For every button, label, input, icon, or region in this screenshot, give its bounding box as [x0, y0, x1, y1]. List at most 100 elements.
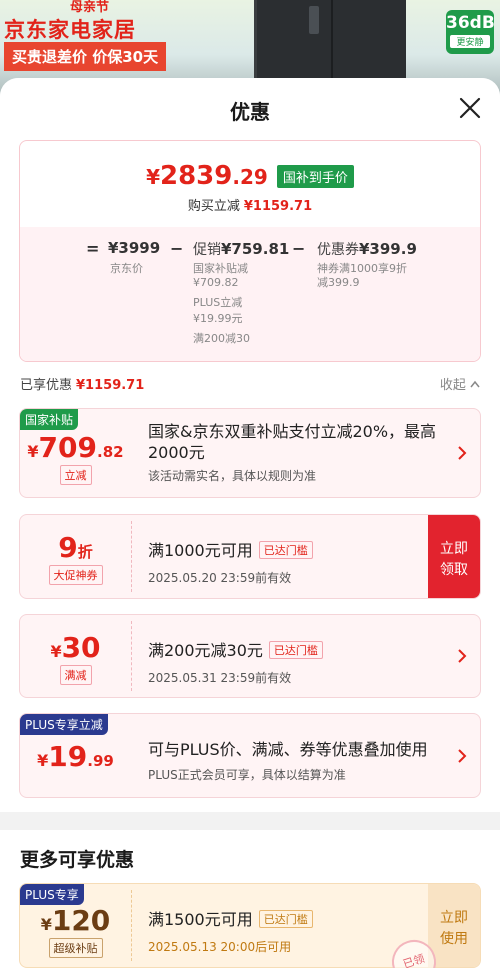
promo-label: 促销: [193, 242, 221, 258]
offer-sub-text: 该活动需实名，具体以规则为准: [148, 469, 317, 483]
promo-sub-4: ¥19.99元: [193, 312, 243, 325]
offer-amount-int: 709: [38, 431, 97, 464]
offer-main-text: 可与PLUS价、满减、券等优惠叠加使用: [148, 740, 428, 759]
sheet-header: 优惠: [0, 78, 500, 140]
promo-sub-3: PLUS立减: [193, 296, 243, 309]
equals-sign: =: [86, 239, 100, 258]
collapse-label: 收起: [439, 378, 466, 393]
offer-detail: 国家&京东双重补贴支付立减20%，最高2000元 该活动需实名，具体以规则为准: [148, 421, 450, 484]
noise-value: 36dB: [446, 13, 495, 33]
offer-detail: 满1000元可用 已达门槛 2025.05.20 23:59前有效: [148, 537, 420, 586]
purchase-reduce-row: 购买立减 ¥1159.71: [20, 195, 480, 214]
coupon-divider: [131, 890, 132, 961]
coupon-divider: [131, 521, 132, 592]
offer-amount-area: PLUS专享立减 ¥19.99: [20, 714, 131, 797]
national-subsidy-tag: 国家补贴: [20, 409, 79, 430]
offer-condition: 满1500元可用: [148, 910, 253, 929]
offer-detail: 满200元减30元 已达门槛 2025.05.31 23:59前有效: [148, 637, 450, 686]
offer-full-reduction[interactable]: ¥30 满减 满200元减30元 已达门槛 2025.05.31 23:59前有效: [19, 614, 481, 698]
final-price-dec: .29: [232, 165, 268, 189]
coupon-value: 优惠券¥399.9: [317, 239, 417, 259]
offer-type-label: 超级补贴: [48, 938, 103, 958]
price-protect-promo: 买贵退差价 价保30天: [4, 42, 167, 71]
chevron-right-icon[interactable]: [456, 747, 468, 765]
yen-symbol: ¥: [27, 442, 39, 461]
offer-main-text: 满200元减30元 已达门槛: [148, 637, 450, 661]
offer-valid-until: 2025.05.31 23:59前有效: [148, 671, 292, 685]
offer-amount: ¥120: [20, 904, 131, 937]
offer-detail: 满1500元可用 已达门槛 2025.05.13 20:00后可用: [148, 906, 420, 955]
price-formula: = ¥3999 京东价 − 促销¥759.81 国家补贴减 ¥709.82 PL…: [20, 239, 480, 359]
noise-sub: 更安静: [450, 35, 490, 48]
plus-exclusive-tag: PLUS专享立减: [20, 714, 108, 735]
enjoyed-amount: ¥1159.71: [76, 378, 145, 393]
promo-amount: ¥759.81: [221, 240, 290, 258]
chevron-up-icon: [470, 380, 480, 388]
promo-value: 促销¥759.81: [193, 239, 289, 259]
offer-amount: 9折: [20, 531, 131, 564]
offer-discount-coupon: 9折 大促神券 满1000元可用 已达门槛 2025.05.20 23:59前有效…: [19, 514, 481, 599]
threshold-reached-badge: 已达门槛: [258, 541, 313, 559]
close-icon[interactable]: [458, 96, 482, 120]
collapse-toggle[interactable]: 收起: [440, 374, 480, 393]
offer-main-text: 满1500元可用 已达门槛: [148, 906, 420, 930]
use-now-label: 立即使用: [440, 910, 468, 947]
offer-type-label: 大促神券: [48, 565, 103, 585]
subsidy-price-tag: 国补到手价: [276, 164, 354, 188]
offer-condition: 满200元减30元: [148, 641, 263, 660]
use-now-button[interactable]: 立即使用: [428, 884, 480, 967]
promo-sub-5: 满200减30: [193, 332, 250, 345]
threshold-reached-badge: 已达门槛: [268, 641, 323, 659]
coupon-sub-2: 减399.9: [317, 276, 360, 289]
offer-main-text: 满1000元可用 已达门槛: [148, 537, 420, 561]
offer-main-text: 国家&京东双重补贴支付立减20%，最高2000元: [148, 422, 437, 462]
offer-plus-reduction[interactable]: PLUS专享立减 ¥19.99 可与PLUS价、满减、券等优惠叠加使用 PLUS…: [19, 713, 481, 798]
offer-valid-until: 2025.05.20 23:59前有效: [148, 571, 292, 585]
offer-amount-area: ¥30 满减: [20, 615, 131, 697]
offer-amount-area: 国家补贴 ¥709.82 立减: [20, 409, 131, 497]
offer-national-subsidy[interactable]: 国家补贴 ¥709.82 立减 国家&京东双重补贴支付立减20%，最高2000元…: [19, 408, 481, 498]
coupon-divider: [131, 621, 132, 691]
price-breakdown-card: ¥2839.29 国补到手价 购买立减 ¥1159.71 = ¥3999 京东价 …: [19, 140, 481, 362]
yen-symbol: ¥: [40, 915, 52, 934]
reduce-amount: ¥1159.71: [243, 199, 313, 214]
chevron-right-icon[interactable]: [456, 647, 468, 665]
offer-amount-int: 120: [51, 904, 111, 937]
final-price-int: 2839: [160, 161, 233, 191]
base-price-label: 京东价: [110, 262, 143, 275]
offer-amount-dec: .82: [97, 443, 124, 461]
more-offers-title: 更多可享优惠: [20, 849, 135, 871]
claim-coupon-button[interactable]: 立即领取: [428, 515, 480, 598]
offer-condition: 满1000元可用: [148, 541, 253, 560]
sheet-title: 优惠: [230, 100, 270, 124]
yen-symbol: ¥: [50, 642, 62, 661]
promo-sub-2: ¥709.82: [193, 276, 239, 289]
base-price: ¥3999: [108, 239, 161, 257]
offer-amount-area: 9折 大促神券: [20, 515, 131, 598]
offer-amount-int: 19: [48, 740, 88, 773]
offer-amount-dec: .99: [87, 752, 114, 770]
threshold-reached-badge: 已达门槛: [258, 910, 313, 928]
offer-amount: ¥19.99: [20, 740, 131, 773]
offer-amount-int: 9: [58, 531, 78, 564]
offer-detail: 可与PLUS价、满减、券等优惠叠加使用 PLUS正式会员可享，具体以结算为准: [148, 736, 450, 783]
offer-sub-text: PLUS正式会员可享，具体以结算为准: [148, 768, 346, 782]
minus-sign-2: −: [292, 239, 306, 258]
chevron-right-icon[interactable]: [456, 444, 468, 462]
coupon-label: 优惠券: [317, 242, 359, 258]
offer-amount-area: PLUS专享 ¥120 超级补贴: [20, 884, 131, 967]
festival-label: 母亲节: [70, 0, 110, 15]
offer-type-label: 立减: [59, 465, 92, 485]
reduce-label: 购买立减: [187, 199, 240, 214]
offer-amount: ¥30: [20, 631, 131, 664]
offer-valid-from: 2025.05.13 20:00后可用: [148, 940, 292, 954]
final-price-row: ¥2839.29 国补到手价: [20, 161, 480, 191]
enjoyed-discount: 已享优惠 ¥1159.71: [20, 374, 144, 393]
noise-badge: 36dB 更安静: [446, 10, 495, 54]
section-divider: [0, 812, 500, 830]
yen-symbol: ¥: [146, 165, 160, 189]
offer-amount-unit: 折: [77, 543, 93, 561]
coupon-amount: ¥399.9: [359, 240, 417, 258]
store-name: 京东家电家居: [4, 18, 136, 42]
offer-amount-int: 30: [61, 631, 101, 664]
